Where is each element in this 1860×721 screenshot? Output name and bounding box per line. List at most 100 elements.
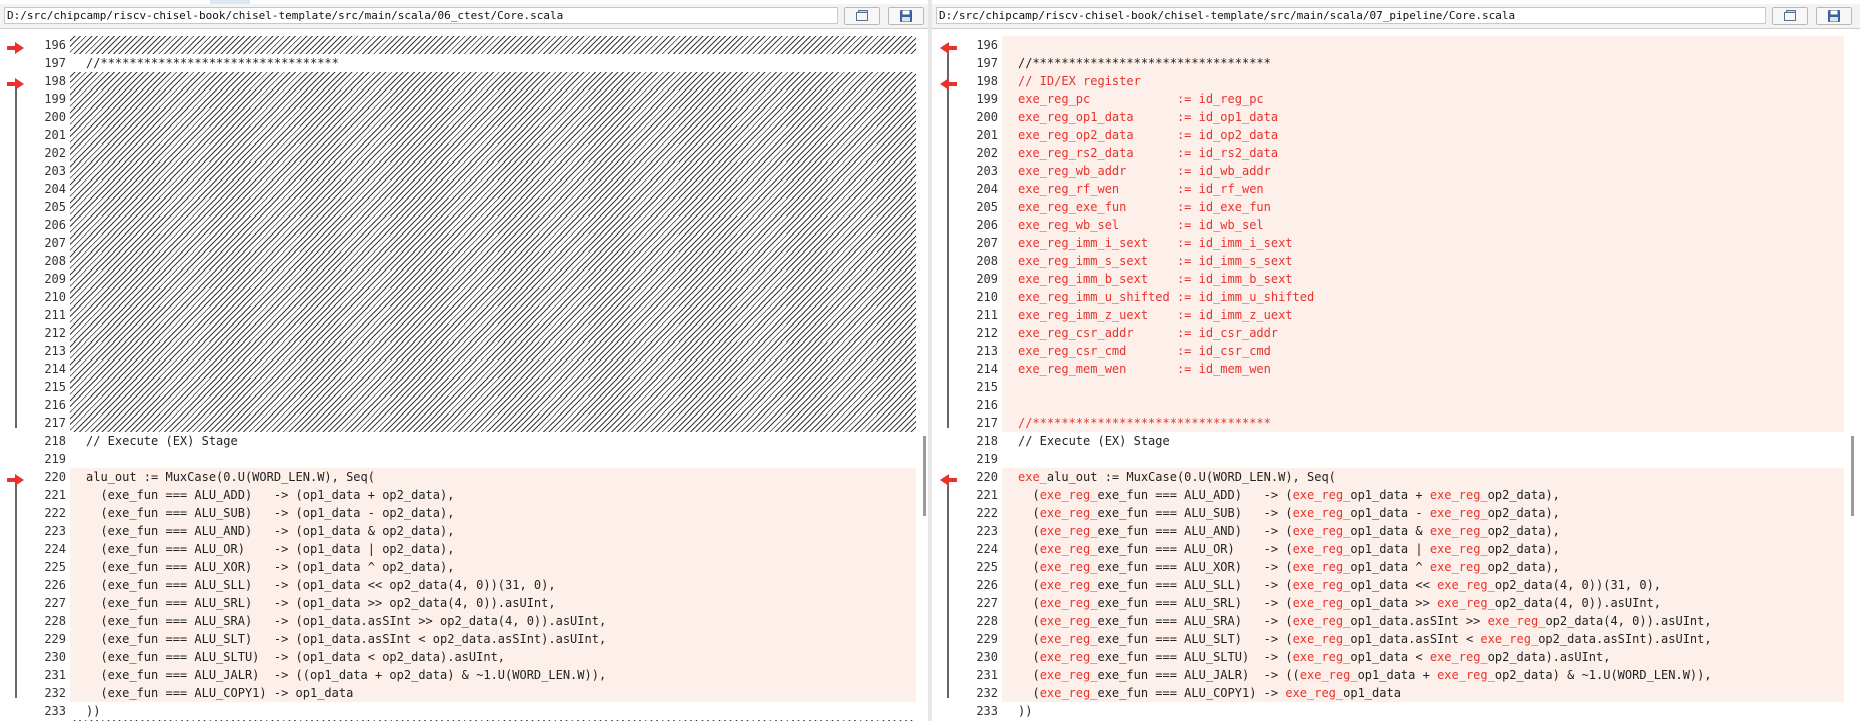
missing-line: [70, 396, 916, 414]
left-scroll-thumb[interactable]: [923, 436, 926, 516]
changed-text: exe_reg_: [1039, 632, 1098, 646]
save-icon: [1828, 10, 1840, 22]
code-text: op2_data) & ~1.U(WORD_LEN.W)),: [1494, 668, 1712, 682]
line-number: 217: [976, 416, 998, 430]
left-code-area[interactable]: //********************************* // Ex…: [70, 36, 916, 721]
changed-text: exe_reg_rf_wen := id_rf_wen: [1018, 182, 1264, 196]
change-block-line: [947, 48, 949, 428]
missing-line: [70, 360, 916, 378]
code-text: op1_data -: [1350, 506, 1430, 520]
code-line: //*********************************: [1002, 54, 1844, 72]
code-text: op1_data <: [1350, 650, 1430, 664]
code-line: exe_reg_imm_i_sext := id_imm_i_sext: [1002, 234, 1844, 252]
code-line: exe_reg_op2_data := id_op2_data: [1002, 126, 1844, 144]
missing-line: [70, 234, 916, 252]
changed-text: exe_reg_: [1292, 614, 1351, 628]
code-text: exe_fun === ALU_ADD) -> (: [1097, 488, 1293, 502]
left-gutter: 196 197 198 199 200 201 202 203 204 205 206 207 208 2…: [0, 36, 70, 721]
right-gutter: 196 197 198 199 200 201 202 203 204 205 206 207 208 2…: [932, 36, 1002, 721]
line-number: 220: [44, 470, 66, 484]
code-text: exe_fun === ALU_AND) -> (: [1097, 524, 1293, 538]
code-line: (exe_reg_exe_fun === ALU_ADD) -> (exe_re…: [1002, 486, 1844, 504]
line-number: 231: [44, 668, 66, 682]
changed-text: exe_reg_: [1292, 560, 1351, 574]
line-number: 224: [976, 542, 998, 556]
line-number: 226: [44, 578, 66, 592]
code-line: exe_reg_imm_u_shifted := id_imm_u_shifte…: [1002, 288, 1844, 306]
changed-text: exe_reg_: [1429, 506, 1488, 520]
line-number: 233: [976, 704, 998, 718]
code-text: op2_data).asUInt,: [1487, 650, 1611, 664]
red-arrow-icon[interactable]: [939, 39, 957, 54]
code-line: [1002, 378, 1844, 396]
changed-text: exe_reg_: [1039, 542, 1098, 556]
right-save-button[interactable]: [1816, 7, 1852, 25]
code-line: exe_reg_wb_addr := id_wb_addr: [1002, 162, 1844, 180]
line-number: 214: [44, 362, 66, 376]
line-number: 206: [976, 218, 998, 232]
left-file-path[interactable]: D:/src/chipcamp/riscv-chisel-book/chisel…: [4, 7, 838, 24]
red-arrow-icon[interactable]: [7, 471, 25, 486]
red-arrow-icon[interactable]: [939, 75, 957, 90]
code-line: (exe_fun === ALU_SUB) -> (op1_data - op2…: [70, 504, 916, 522]
left-open-button[interactable]: [844, 7, 880, 25]
right-scroll-thumb[interactable]: [1851, 436, 1854, 516]
missing-line: [70, 36, 916, 54]
changed-text: exe_reg_op1_data := id_op1_data: [1018, 110, 1279, 124]
code-text: exe_fun === ALU_JALR) -> ((: [1097, 668, 1300, 682]
line-number: 221: [44, 488, 66, 502]
line-number: 198: [976, 74, 998, 88]
line-number: 220: [976, 470, 998, 484]
red-arrow-icon[interactable]: [939, 471, 957, 486]
code-text: op1_data +: [1357, 668, 1438, 682]
line-number: 212: [976, 326, 998, 340]
changed-text: exe_reg_: [1039, 668, 1098, 682]
code-line: (exe_fun === ALU_COPY1) -> op1_data: [70, 684, 916, 702]
changed-text: exe_reg_imm_b_sext := id_imm_b_sext: [1018, 272, 1293, 286]
code-text: op1_data <<: [1350, 578, 1438, 592]
missing-line: [70, 108, 916, 126]
code-text: exe_fun === ALU_XOR) -> (: [1097, 560, 1293, 574]
line-number: 223: [976, 524, 998, 538]
right-scrollbar[interactable]: [1844, 36, 1860, 721]
changed-text: // ID/EX register: [1018, 74, 1141, 88]
code-text: exe_fun === ALU_SRA) -> (: [1097, 614, 1293, 628]
changed-text: exe_reg_wb_addr := id_wb_addr: [1018, 164, 1271, 178]
right-open-button[interactable]: [1772, 7, 1808, 25]
code-line: (exe_reg_exe_fun === ALU_SLL) -> (exe_re…: [1002, 576, 1844, 594]
changed-text: //*********************************: [1018, 416, 1271, 430]
code-line: alu_out := MuxCase(0.U(WORD_LEN.W), Seq(: [70, 468, 916, 486]
code-text: (: [1018, 614, 1040, 628]
code-text: exe_fun === ALU_COPY1) ->: [1097, 686, 1286, 700]
code-line: exe_reg_csr_addr := id_csr_addr: [1002, 324, 1844, 342]
right-code-area[interactable]: //********************************* // ID…: [1002, 36, 1844, 721]
red-arrow-icon[interactable]: [7, 39, 25, 54]
line-number: 218: [976, 434, 998, 448]
changed-text: exe_reg_: [1437, 596, 1495, 610]
changed-text: exe_reg_: [1429, 650, 1488, 664]
code-text: exe_fun === ALU_SUB) -> (: [1097, 506, 1293, 520]
code-text: (: [1018, 578, 1040, 592]
change-block-line: [947, 480, 949, 698]
right-file-path[interactable]: D:/src/chipcamp/riscv-chisel-book/chisel…: [936, 7, 1766, 24]
line-number: 227: [44, 596, 66, 610]
line-number: 226: [976, 578, 998, 592]
changed-text: exe_reg_: [1292, 650, 1351, 664]
code-line: exe_reg_rf_wen := id_rf_wen: [1002, 180, 1844, 198]
missing-line: [70, 72, 916, 90]
red-arrow-icon[interactable]: [7, 75, 25, 90]
left-save-button[interactable]: [888, 7, 924, 25]
line-number: 203: [44, 164, 66, 178]
code-line: (exe_reg_exe_fun === ALU_SLT) -> (exe_re…: [1002, 630, 1844, 648]
changed-text: exe_reg_: [1437, 578, 1495, 592]
line-number: 208: [976, 254, 998, 268]
code-text: op1_data |: [1350, 542, 1430, 556]
changed-text: exe_reg_imm_z_uext := id_imm_z_uext: [1018, 308, 1293, 322]
changed-text: exe_reg_rs2_data := id_rs2_data: [1018, 146, 1279, 160]
